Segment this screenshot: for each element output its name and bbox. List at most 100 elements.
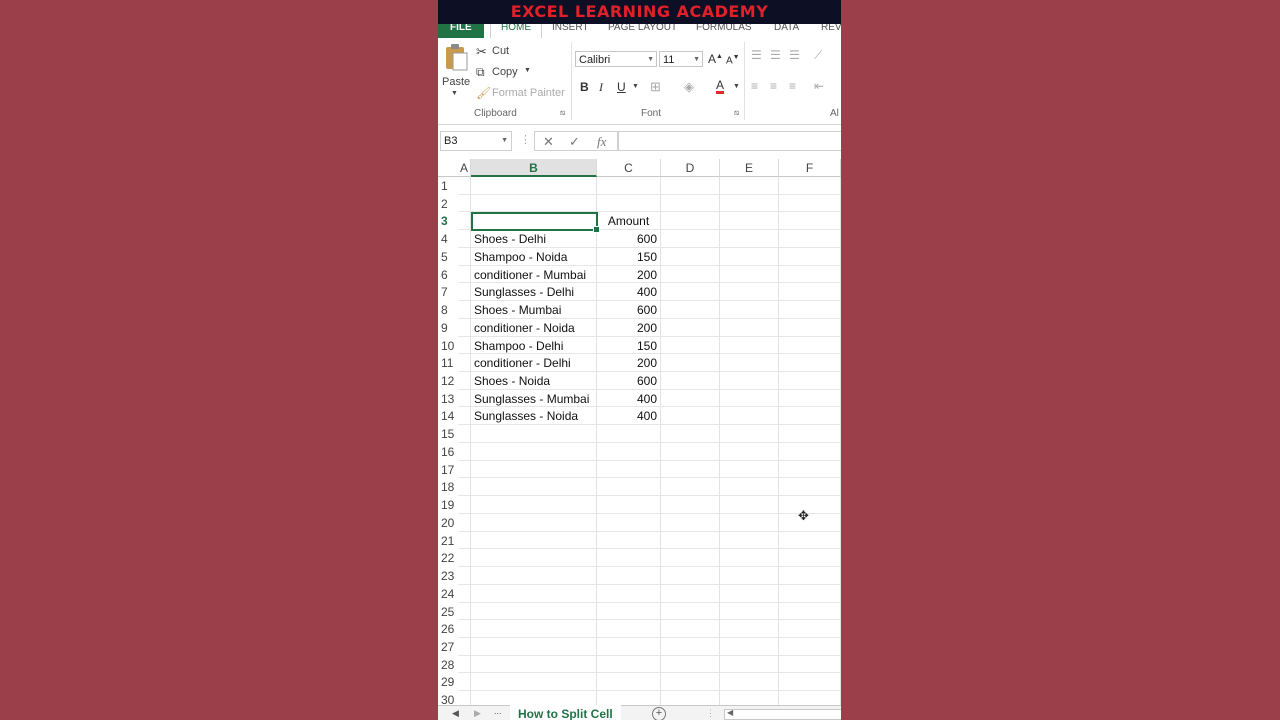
- cell-f[interactable]: [779, 478, 841, 497]
- cell-c[interactable]: [597, 655, 661, 674]
- cell-c[interactable]: 600: [597, 372, 661, 390]
- name-box[interactable]: B3 ▼: [440, 131, 512, 151]
- cell-a[interactable]: [458, 620, 471, 638]
- copy-button[interactable]: ⧉ Copy ▼: [476, 65, 546, 81]
- cell-d[interactable]: [661, 602, 720, 621]
- cell-b[interactable]: [471, 549, 597, 568]
- cell-e[interactable]: [720, 265, 779, 284]
- row-header[interactable]: 26: [438, 620, 458, 638]
- row-header[interactable]: 25: [438, 603, 458, 621]
- cell-a[interactable]: [458, 336, 471, 355]
- formula-input[interactable]: [618, 131, 841, 151]
- cell-b[interactable]: [471, 460, 597, 479]
- row-header[interactable]: 19: [438, 496, 458, 514]
- cell-d[interactable]: [661, 513, 720, 532]
- dialog-launcher-icon[interactable]: ⧅: [560, 108, 565, 118]
- cell-f[interactable]: [779, 389, 841, 408]
- enter-icon[interactable]: ✓: [569, 134, 580, 150]
- cell-d[interactable]: [661, 389, 720, 408]
- row-header[interactable]: 10: [438, 337, 458, 355]
- cell-f[interactable]: [779, 407, 841, 426]
- font-name-select[interactable]: Calibri ▼: [575, 51, 657, 67]
- cell-f[interactable]: [779, 354, 841, 373]
- cell-e[interactable]: [720, 496, 779, 514]
- cell-a[interactable]: [458, 584, 471, 603]
- cell-a[interactable]: [458, 318, 471, 337]
- cell-a[interactable]: [458, 372, 471, 390]
- cell-c[interactable]: 600: [597, 301, 661, 319]
- dialog-launcher-icon[interactable]: ⧅: [734, 108, 739, 118]
- grow-font-button[interactable]: A▲: [708, 52, 723, 66]
- align-left-icon[interactable]: ≡: [751, 79, 758, 93]
- cell-d[interactable]: [661, 496, 720, 514]
- cell-b[interactable]: [471, 655, 597, 674]
- align-top-icon[interactable]: ☰: [751, 48, 762, 62]
- cell-f[interactable]: [779, 283, 841, 302]
- cell-f[interactable]: [779, 620, 841, 638]
- cell-a[interactable]: [458, 177, 471, 195]
- cell-c[interactable]: [597, 496, 661, 514]
- row-header[interactable]: 8: [438, 301, 458, 319]
- cell-e[interactable]: [720, 637, 779, 656]
- row-header[interactable]: 1: [438, 177, 458, 195]
- row-header[interactable]: 9: [438, 319, 458, 337]
- cell-a[interactable]: [458, 230, 471, 248]
- cell-c[interactable]: 200: [597, 265, 661, 284]
- row-header[interactable]: 16: [438, 443, 458, 461]
- cell-a[interactable]: [458, 407, 471, 426]
- cell-d[interactable]: [661, 478, 720, 497]
- cell-b[interactable]: Shoes - Noida: [471, 372, 597, 390]
- cell-c[interactable]: [597, 549, 661, 568]
- cell-f[interactable]: [779, 584, 841, 603]
- cell-a[interactable]: [458, 655, 471, 674]
- cell-b[interactable]: [471, 177, 597, 195]
- paste-button[interactable]: Paste ▼: [441, 44, 471, 104]
- cell-b[interactable]: Shampoo - Delhi: [471, 336, 597, 355]
- cell-b[interactable]: [471, 602, 597, 621]
- cell-a[interactable]: [458, 389, 471, 408]
- cell-d[interactable]: [661, 637, 720, 656]
- cell-a[interactable]: [458, 478, 471, 497]
- row-header[interactable]: 22: [438, 549, 458, 567]
- row-header[interactable]: 23: [438, 567, 458, 585]
- row-header[interactable]: 15: [438, 425, 458, 443]
- cell-d[interactable]: [661, 336, 720, 355]
- cell-b[interactable]: [471, 425, 597, 443]
- column-header-a[interactable]: A: [458, 159, 471, 177]
- row-header[interactable]: 4: [438, 230, 458, 248]
- cell-e[interactable]: [720, 584, 779, 603]
- cell-c[interactable]: 150: [597, 247, 661, 266]
- shrink-font-button[interactable]: A▼: [726, 54, 740, 66]
- more-sheets-button[interactable]: ...: [494, 706, 502, 716]
- cell-f[interactable]: [779, 637, 841, 656]
- row-header[interactable]: 11: [438, 354, 458, 372]
- cell-d[interactable]: [661, 567, 720, 585]
- cell-e[interactable]: [720, 177, 779, 195]
- cell-b[interactable]: conditioner - Delhi: [471, 354, 597, 373]
- chevron-down-icon[interactable]: ▼: [632, 83, 639, 90]
- row-header[interactable]: 6: [438, 266, 458, 284]
- cell-e[interactable]: [720, 230, 779, 248]
- cell-c[interactable]: 200: [597, 318, 661, 337]
- cell-e[interactable]: [720, 194, 779, 213]
- cell-a[interactable]: [458, 549, 471, 568]
- cell-b[interactable]: [471, 584, 597, 603]
- cell-b[interactable]: Shoes - Mumbai: [471, 301, 597, 319]
- cell-c[interactable]: [597, 442, 661, 461]
- tab-review[interactable]: REV: [821, 24, 841, 38]
- cell-c[interactable]: 400: [597, 407, 661, 426]
- cell-f[interactable]: [779, 301, 841, 319]
- cell-a[interactable]: [458, 513, 471, 532]
- scroll-left-icon[interactable]: ◀: [727, 708, 733, 717]
- column-header-f[interactable]: F: [779, 159, 841, 177]
- row-header[interactable]: 24: [438, 585, 458, 603]
- cell-d[interactable]: [661, 212, 720, 231]
- cell-b[interactable]: Sunglasses - Noida: [471, 407, 597, 426]
- cell-e[interactable]: [720, 655, 779, 674]
- cell-c[interactable]: [597, 673, 661, 692]
- cell-c[interactable]: 200: [597, 354, 661, 373]
- cell-b[interactable]: Sunglasses - Mumbai: [471, 389, 597, 408]
- cell-f[interactable]: [779, 372, 841, 390]
- cell-a[interactable]: [458, 602, 471, 621]
- cell-a[interactable]: [458, 283, 471, 302]
